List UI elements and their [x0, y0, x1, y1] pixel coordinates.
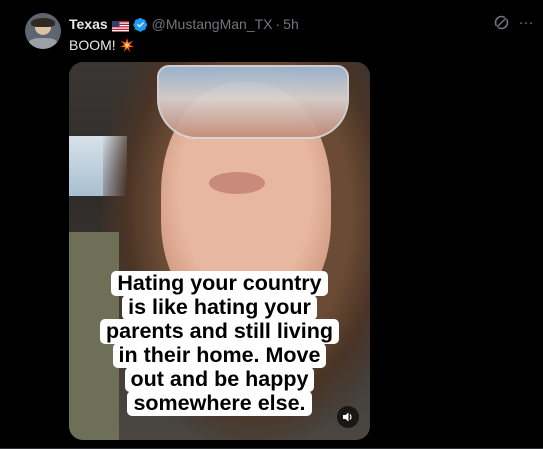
timestamp[interactable]: 5h: [283, 16, 299, 32]
caption-line: in their home. Move: [112, 343, 327, 368]
tweet-text: BOOM!: [69, 37, 134, 53]
tweet[interactable]: Texas @MustangMan_TX · 5h ··· BOOM! Hati…: [0, 0, 543, 449]
caption-line: out and be happy: [124, 367, 315, 392]
us-flag-icon: [111, 19, 129, 32]
tweet-text-content: BOOM!: [69, 37, 116, 53]
caption-line: parents and still living: [100, 319, 339, 344]
tweet-header: Texas @MustangMan_TX · 5h: [69, 15, 299, 33]
avatar[interactable]: [25, 13, 61, 49]
video-caption: Hating your country is like hating your …: [69, 271, 370, 416]
separator-dot: ·: [275, 16, 281, 32]
video-lips: [209, 172, 265, 194]
avatar-hat: [31, 18, 55, 27]
collision-icon: [119, 38, 134, 52]
verified-badge-icon[interactable]: [133, 17, 148, 32]
grok-icon[interactable]: [493, 14, 510, 31]
user-handle[interactable]: @MustangMan_TX: [152, 16, 273, 32]
video-sunglasses: [157, 65, 349, 139]
video-media[interactable]: Hating your country is like hating your …: [69, 62, 370, 440]
caption-line: Hating your country: [111, 271, 328, 296]
more-icon[interactable]: ···: [518, 14, 534, 31]
caption-line: somewhere else.: [127, 391, 312, 416]
caption-line: is like hating your: [122, 295, 317, 320]
avatar-shirt: [28, 38, 58, 49]
display-name[interactable]: Texas: [69, 16, 108, 32]
speaker-icon[interactable]: [337, 406, 359, 428]
